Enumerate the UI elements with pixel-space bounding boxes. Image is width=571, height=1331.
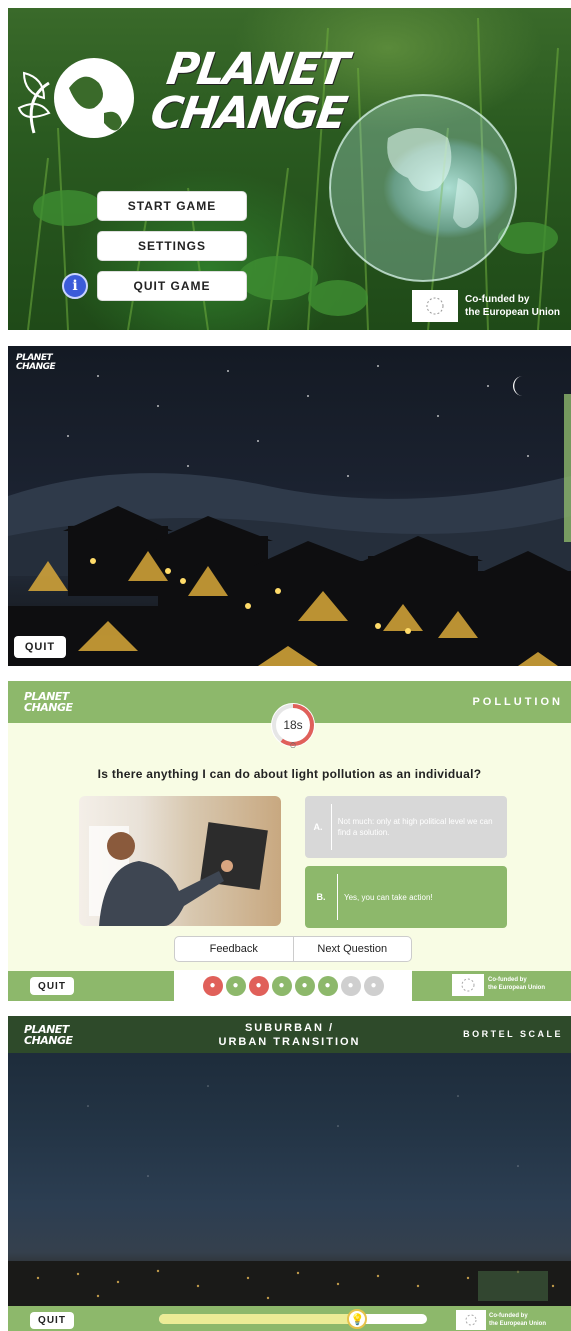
quit-button[interactable]: QUIT: [30, 1312, 74, 1329]
lightbulb-icon: 💡: [350, 1313, 365, 1326]
quiz-action-buttons: Feedback Next Question: [174, 936, 412, 962]
bortle-slider-track[interactable]: [159, 1314, 427, 1324]
title-line-1: PLANET: [163, 44, 350, 95]
stopwatch-icon: ⏱: [289, 741, 297, 750]
progress-dot-correct: ●: [225, 975, 246, 996]
question-photo: [79, 796, 281, 926]
stars: [67, 365, 529, 477]
planet-change-logo: PLANET CHANGE: [14, 38, 350, 158]
answer-divider: [337, 874, 338, 920]
logo-line-2: CHANGE: [16, 362, 56, 372]
planet-change-logo-small: PLANET CHANGE: [16, 354, 56, 372]
quit-game-button[interactable]: QUIT GAME: [97, 271, 247, 301]
night-village-scene: [8, 365, 571, 666]
quit-button[interactable]: QUIT: [30, 977, 74, 995]
next-question-button[interactable]: Next Question: [294, 937, 412, 961]
question-progress: ● ● ● ● ● ● ● ●: [174, 970, 412, 1001]
answer-letter: B.: [316, 892, 326, 902]
info-button[interactable]: i: [62, 273, 88, 299]
main-menu-screen: PLANET CHANGE START GAME SETTINGS QUIT G…: [8, 8, 571, 330]
progress-dot-pending: ●: [363, 975, 384, 996]
eu-line-1: Co-funded by: [489, 1313, 528, 1319]
glass-globe-image: [329, 94, 517, 282]
moon-icon: [513, 376, 523, 396]
answer-text: Not much: only at high political level w…: [337, 817, 493, 837]
globe-leaf-icon: [17, 58, 134, 138]
scale-label: BORTEL SCALE: [463, 1029, 563, 1039]
start-game-button[interactable]: START GAME: [97, 191, 247, 221]
eu-line-1: Co-funded by: [465, 294, 530, 305]
quiz-screen: PLANET CHANGE POLLUTION 18s ⏱ Is there a…: [8, 681, 571, 1001]
eu-cofunded-text: Co-funded by the European Union: [488, 976, 545, 992]
bortle-scale-screen: PLANET CHANGE SUBURBAN / URBAN TRANSITIO…: [8, 1016, 571, 1331]
progress-dot-correct: ●: [294, 975, 315, 996]
eu-cofunded-text: Co-funded by the European Union: [489, 1312, 546, 1328]
progress-dot-wrong: ●: [248, 975, 269, 996]
eu-flag-icon: [456, 1310, 486, 1330]
eu-line-2: the European Union: [488, 985, 545, 991]
logo-line-2: CHANGE: [24, 701, 73, 714]
info-icon: i: [72, 278, 78, 294]
answer-letter: A.: [313, 822, 323, 832]
city-night-sky-photo: [8, 1085, 571, 1306]
eu-line-2: the European Union: [465, 307, 560, 318]
answer-text: Yes, you can take action!: [344, 892, 433, 902]
feedback-button[interactable]: Feedback: [175, 937, 294, 961]
question-text: Is there anything I can do about light p…: [97, 767, 482, 781]
title-line-2: CHANGE: [147, 88, 349, 139]
game-title: PLANET CHANGE: [147, 44, 355, 139]
night-village-screen: PLANET CHANGE QUIT: [8, 346, 571, 666]
answer-option-a[interactable]: A. Not much: only at high political leve…: [305, 796, 507, 858]
eu-cofunded-text: Co-funded by the European Union: [465, 293, 560, 319]
countdown-timer: 18s ⏱: [271, 703, 315, 750]
answer-divider: [330, 804, 332, 850]
progress-dot-correct: ●: [317, 975, 338, 996]
eu-flag-icon: [452, 974, 484, 996]
bortle-slider-fill: [159, 1314, 358, 1324]
eu-line-2: the European Union: [489, 1321, 546, 1327]
progress-dot-correct: ●: [271, 975, 292, 996]
answer-option-b[interactable]: B. Yes, you can take action!: [305, 866, 507, 928]
planet-change-logo-small: PLANET CHANGE: [24, 691, 73, 713]
timer-value: 18s: [283, 718, 303, 732]
category-title: POLLUTION: [472, 696, 563, 708]
progress-dot-wrong: ●: [202, 975, 223, 996]
quit-button[interactable]: QUIT: [14, 636, 66, 658]
settings-button[interactable]: SETTINGS: [97, 231, 247, 261]
progress-dot-pending: ●: [340, 975, 361, 996]
side-tab[interactable]: [564, 394, 571, 542]
eu-line-1: Co-funded by: [488, 977, 527, 983]
eu-flag-icon: [412, 290, 458, 322]
